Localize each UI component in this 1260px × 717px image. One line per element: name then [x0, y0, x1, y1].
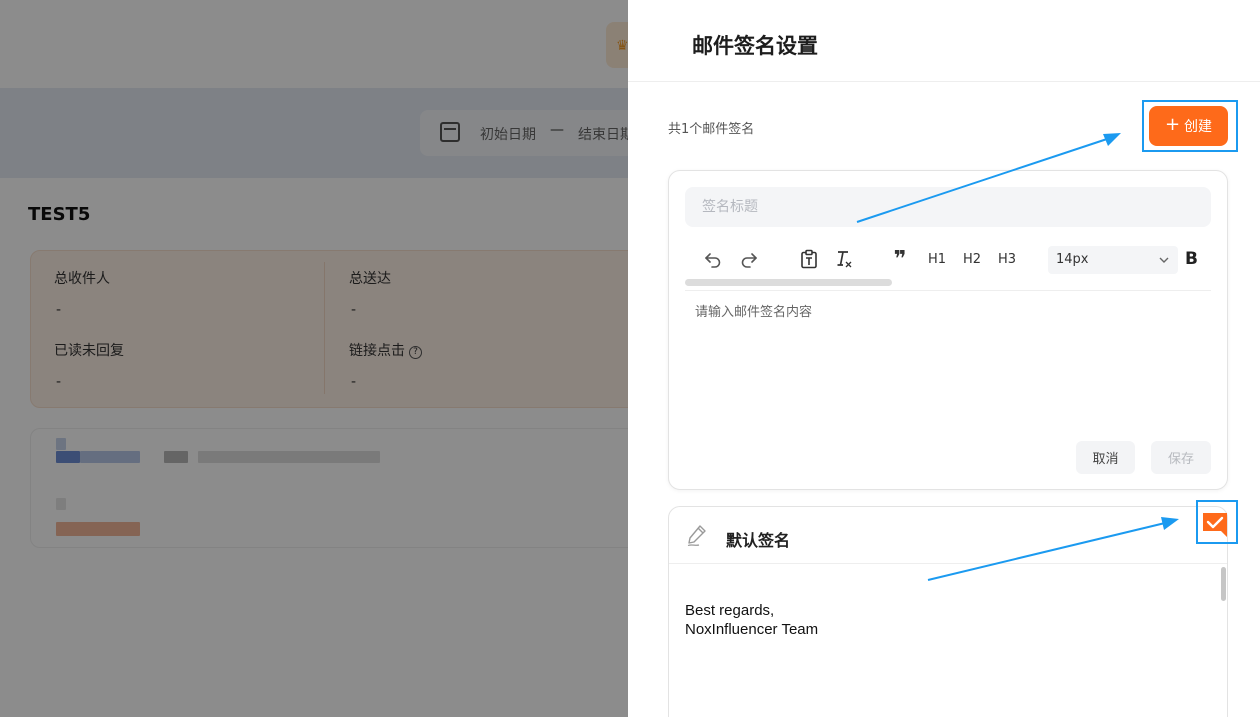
- font-size-value: 14px: [1056, 252, 1089, 267]
- signature-content-editor[interactable]: 请输入邮件签名内容: [695, 301, 812, 320]
- signature-body-line: NoxInfluencer Team: [685, 621, 819, 638]
- cancel-button[interactable]: 取消: [1076, 441, 1135, 474]
- signature-scrollbar[interactable]: [1221, 567, 1226, 601]
- chevron-down-icon: [1159, 257, 1169, 263]
- signature-name: 默认签名: [726, 531, 791, 550]
- signature-title-input[interactable]: [685, 187, 1211, 227]
- signature-body: Best regards, NoxInfluencer Team: [685, 601, 818, 639]
- signature-card[interactable]: 默认签名 Best regards, NoxInfluencer Team: [668, 506, 1228, 717]
- quote-icon[interactable]: ❞: [888, 243, 912, 275]
- drawer-title: 邮件签名设置: [692, 34, 818, 58]
- annotation-highlight-create: [1142, 100, 1238, 152]
- modal-backdrop[interactable]: [0, 0, 628, 717]
- undo-icon[interactable]: [701, 243, 725, 275]
- redo-icon[interactable]: [737, 243, 761, 275]
- signature-count: 共1个邮件签名: [668, 122, 755, 137]
- signature-card-header: 默认签名: [669, 507, 1227, 564]
- editor-toolbar: ❞ H1 H2 H3 14px B: [685, 243, 1211, 275]
- signature-editor-card: ❞ H1 H2 H3 14px B 请输入邮件签名内容 取消 保存: [668, 170, 1228, 490]
- paste-text-icon[interactable]: [797, 243, 821, 275]
- clear-format-icon[interactable]: [832, 243, 856, 275]
- drawer-header: 邮件签名设置: [628, 0, 1260, 82]
- toolbar-scrollbar[interactable]: [685, 279, 892, 286]
- toolbar-divider: [685, 290, 1211, 291]
- bold-button[interactable]: B: [1185, 243, 1198, 275]
- font-size-select[interactable]: 14px: [1048, 246, 1178, 274]
- annotation-highlight-default: [1196, 500, 1238, 544]
- save-button[interactable]: 保存: [1151, 441, 1211, 474]
- heading-3-button[interactable]: H3: [995, 243, 1019, 275]
- signature-settings-drawer: 邮件签名设置 共1个邮件签名 + 创建 ❞ H1 H2 H3: [628, 0, 1260, 717]
- signature-body-line: Best regards,: [685, 602, 775, 619]
- heading-1-button[interactable]: H1: [925, 243, 949, 275]
- heading-2-button[interactable]: H2: [960, 243, 984, 275]
- pen-icon: [687, 525, 706, 547]
